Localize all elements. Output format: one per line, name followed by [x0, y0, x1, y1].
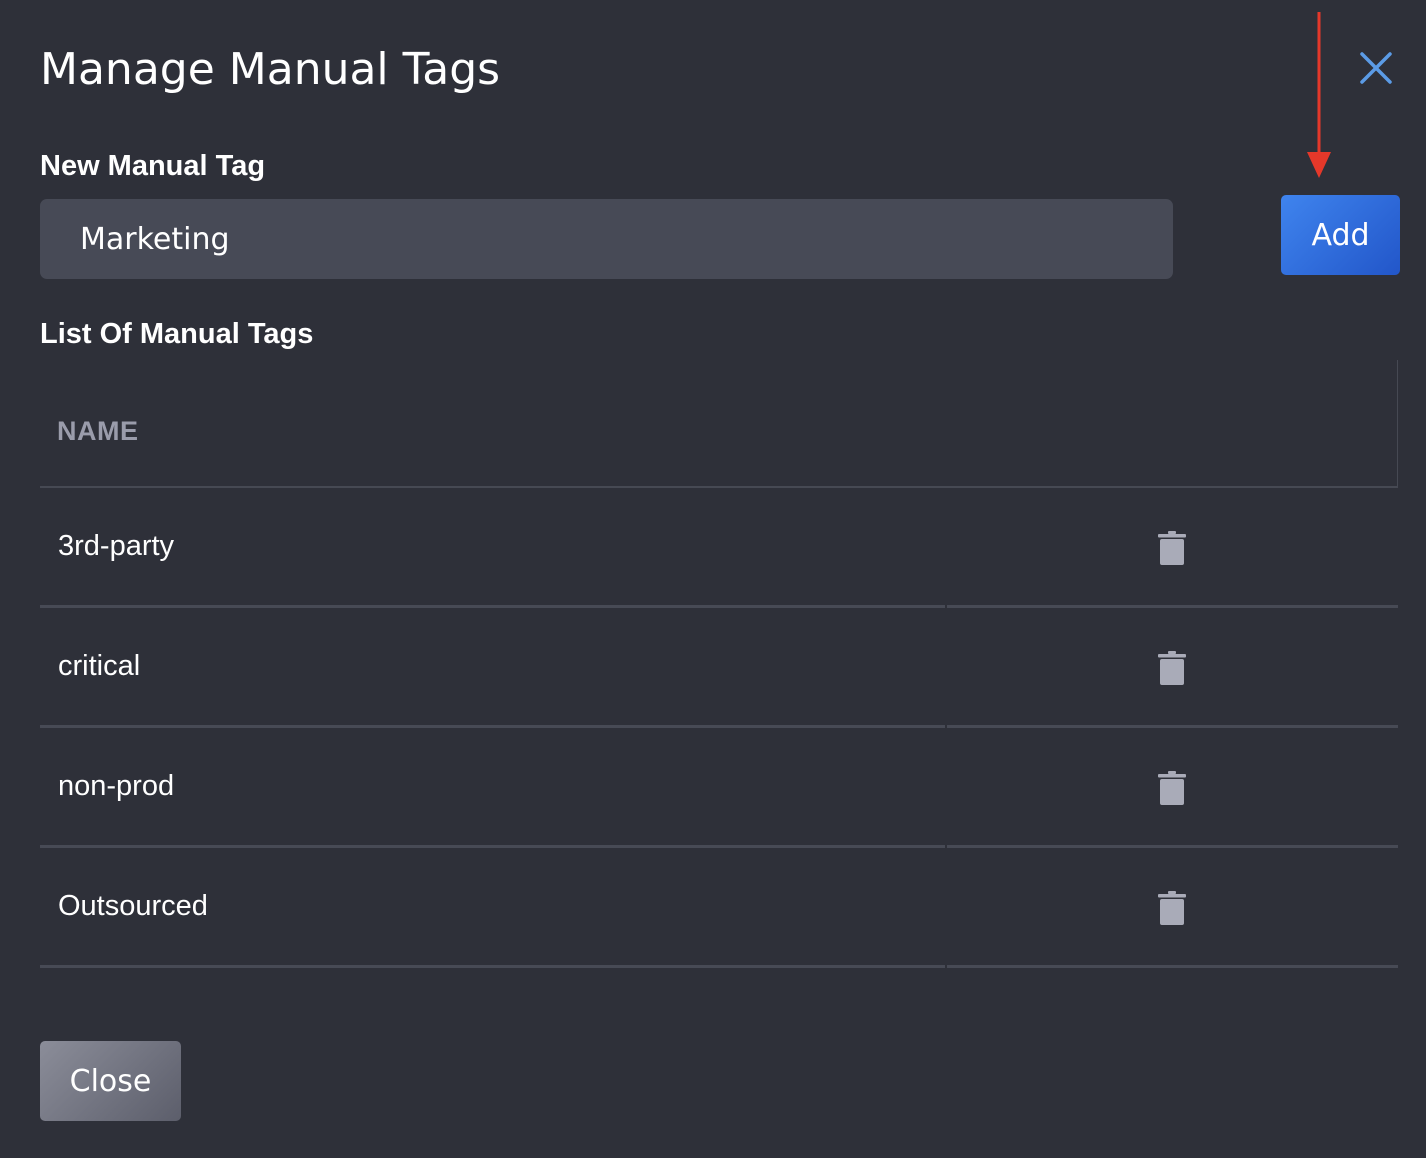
manage-tags-modal: Manage Manual Tags New Manual Tag Add Li… — [0, 0, 1426, 1158]
tag-name: Outsourced — [58, 890, 208, 922]
table-row: 3rd-party — [40, 488, 1398, 608]
close-icon[interactable] — [1352, 44, 1400, 92]
trash-icon[interactable] — [1158, 651, 1186, 685]
trash-icon[interactable] — [1158, 891, 1186, 925]
new-tag-label: New Manual Tag — [40, 150, 266, 182]
close-button[interactable]: Close — [40, 1041, 181, 1121]
tag-name: critical — [58, 650, 141, 682]
tags-table: NAME 3rd-party critical non-prod Outsour… — [40, 360, 1398, 968]
tag-name: non-prod — [58, 770, 175, 802]
row-divider — [40, 965, 1398, 968]
tag-list-label: List Of Manual Tags — [40, 318, 314, 350]
modal-title: Manage Manual Tags — [40, 44, 501, 95]
column-header-name[interactable]: NAME — [57, 416, 139, 447]
arrow-down-icon — [1307, 12, 1331, 178]
trash-icon[interactable] — [1158, 531, 1186, 565]
table-row: non-prod — [40, 728, 1398, 848]
new-tag-input[interactable] — [40, 199, 1173, 279]
table-header: NAME — [40, 360, 1398, 488]
table-row: critical — [40, 608, 1398, 728]
tag-name: 3rd-party — [58, 530, 175, 562]
add-button[interactable]: Add — [1281, 195, 1400, 275]
trash-icon[interactable] — [1158, 771, 1186, 805]
table-row: Outsourced — [40, 848, 1398, 968]
